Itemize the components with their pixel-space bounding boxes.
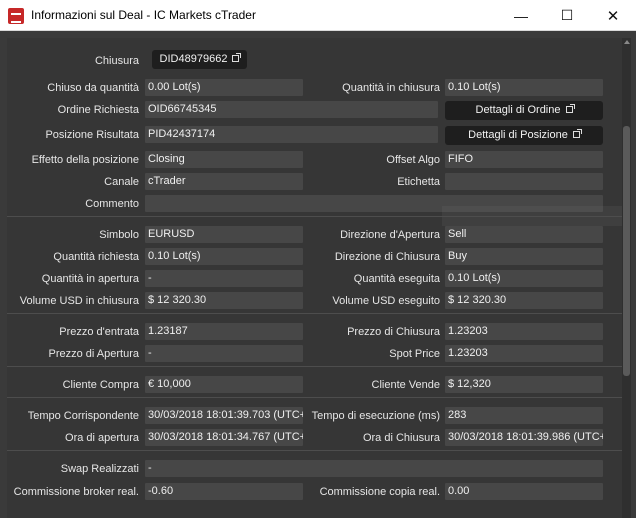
commissione-broker-label: Commissione broker real. (13, 486, 139, 498)
prezzo-chiusura-label: Prezzo di Chiusura (347, 326, 440, 338)
volume-usd-chiusura-field: $ 12 320.30 (145, 292, 303, 309)
minimize-button[interactable]: — (498, 0, 544, 31)
maximize-button[interactable]: ☐ (544, 0, 590, 31)
prezzo-entrata-field: 1.23187 (145, 323, 303, 340)
chiusura-label: Chiusura (94, 55, 139, 67)
quantita-richiesta-field: 0.10 Lot(s) (145, 248, 303, 265)
dettagli-ordine-button[interactable]: Dettagli di Ordine (445, 101, 603, 120)
swap-realizzati-field: - (145, 460, 603, 477)
close-button[interactable]: ✕ (590, 0, 636, 31)
canale-label: Canale (104, 176, 139, 188)
commissione-copia-label: Commissione copia real. (319, 486, 440, 498)
ora-apertura-label: Ora di apertura (65, 432, 139, 444)
cliente-compra-label: Cliente Compra (62, 379, 139, 391)
dettagli-posizione-label: Dettagli di Posizione (468, 129, 568, 141)
deal-id-link-button[interactable]: DID48979662 (152, 50, 247, 69)
volume-usd-eseguito-label: Volume USD eseguito (332, 295, 440, 307)
scroll-up-arrow-icon[interactable] (624, 40, 630, 44)
prezzo-apertura-field: - (145, 345, 303, 362)
spot-price-field: 1.23203 (445, 345, 603, 362)
prezzo-entrata-label: Prezzo d'entrata (59, 326, 139, 338)
canale-field: cTrader (145, 173, 303, 190)
quantita-chiusura-label: Quantità in chiusura (342, 82, 440, 94)
cliente-compra-field: € 10,000 (145, 376, 303, 393)
commento-label: Commento (85, 198, 139, 210)
divider (7, 216, 622, 217)
tempo-corrispondente-label: Tempo Corrispondente (27, 410, 139, 422)
quantita-apertura-field: - (145, 270, 303, 287)
volume-usd-chiusura-label: Volume USD in chiusura (19, 295, 139, 307)
tempo-esecuzione-field: 283 (445, 407, 603, 424)
quantita-richiesta-label: Quantità richiesta (53, 251, 139, 263)
prezzo-apertura-label: Prezzo di Apertura (48, 348, 140, 360)
deal-info-panel: Chiusura DID48979662 Chiuso da quantità … (7, 38, 622, 518)
window-title: Informazioni sul Deal - IC Markets cTrad… (31, 8, 256, 22)
direzione-chiusura-field: Buy (445, 248, 603, 265)
external-link-icon (565, 104, 575, 113)
chiuso-quantita-label: Chiuso da quantità (47, 82, 139, 94)
prezzo-chiusura-field: 1.23203 (445, 323, 603, 340)
divider (7, 313, 622, 314)
offset-algo-field: FIFO (445, 151, 603, 168)
etichetta-field (445, 173, 603, 190)
effetto-posizione-field: Closing (145, 151, 303, 168)
ora-chiusura-field: 30/03/2018 18:01:39.986 (UTC+ (445, 429, 603, 446)
direzione-apertura-label: Direzione d'Apertura (340, 229, 440, 241)
divider (7, 366, 622, 367)
ora-chiusura-label: Ora di Chiusura (362, 432, 440, 444)
divider (7, 397, 622, 398)
direzione-apertura-field: Sell (445, 226, 603, 243)
divider (7, 450, 622, 451)
ordine-richiesta-field: OID66745345 (145, 101, 438, 118)
direzione-chiusura-label: Direzione di Chiusura (334, 251, 440, 263)
volume-usd-eseguito-field: $ 12 320.30 (445, 292, 603, 309)
quantita-apertura-label: Quantità in apertura (41, 273, 139, 285)
simbolo-label: Simbolo (99, 229, 139, 241)
chiuso-quantita-field: 0.00 Lot(s) (145, 79, 303, 96)
cliente-vende-field: $ 12,320 (445, 376, 603, 393)
quantita-eseguita-field: 0.10 Lot(s) (445, 270, 603, 287)
cliente-vende-label: Cliente Vende (371, 379, 441, 391)
quantita-chiusura-field: 0.10 Lot(s) (445, 79, 603, 96)
vertical-scrollbar[interactable] (622, 38, 631, 518)
external-link-icon (572, 129, 582, 138)
dettagli-ordine-label: Dettagli di Ordine (475, 104, 561, 116)
offset-algo-label: Offset Algo (386, 154, 440, 166)
etichetta-label: Etichetta (397, 176, 440, 188)
dettagli-posizione-button[interactable]: Dettagli di Posizione (445, 126, 603, 145)
ora-apertura-field: 30/03/2018 18:01:34.767 (UTC+ (145, 429, 303, 446)
quantita-eseguita-label: Quantità eseguita (353, 273, 440, 285)
swap-realizzati-label: Swap Realizzati (60, 463, 139, 475)
commissione-copia-field: 0.00 (445, 483, 603, 500)
deal-id-label: DID48979662 (159, 53, 228, 65)
posizione-risultata-field: PID42437174 (145, 126, 438, 143)
ordine-richiesta-label: Ordine Richiesta (57, 104, 139, 116)
commissione-broker-field: -0.60 (145, 483, 303, 500)
tempo-corrispondente-field: 30/03/2018 18:01:39.703 (UTC+ (145, 407, 303, 424)
tempo-esecuzione-label: Tempo di esecuzione (ms) (311, 410, 440, 422)
effetto-posizione-label: Effetto della posizione (31, 154, 139, 166)
app-logo-icon (8, 8, 24, 24)
spot-price-label: Spot Price (389, 348, 440, 360)
simbolo-field: EURUSD (145, 226, 303, 243)
title-bar: Informazioni sul Deal - IC Markets cTrad… (0, 0, 636, 31)
external-link-icon (232, 53, 242, 62)
scrollbar-thumb[interactable] (623, 126, 630, 376)
posizione-risultata-label: Posizione Risultata (45, 129, 139, 141)
